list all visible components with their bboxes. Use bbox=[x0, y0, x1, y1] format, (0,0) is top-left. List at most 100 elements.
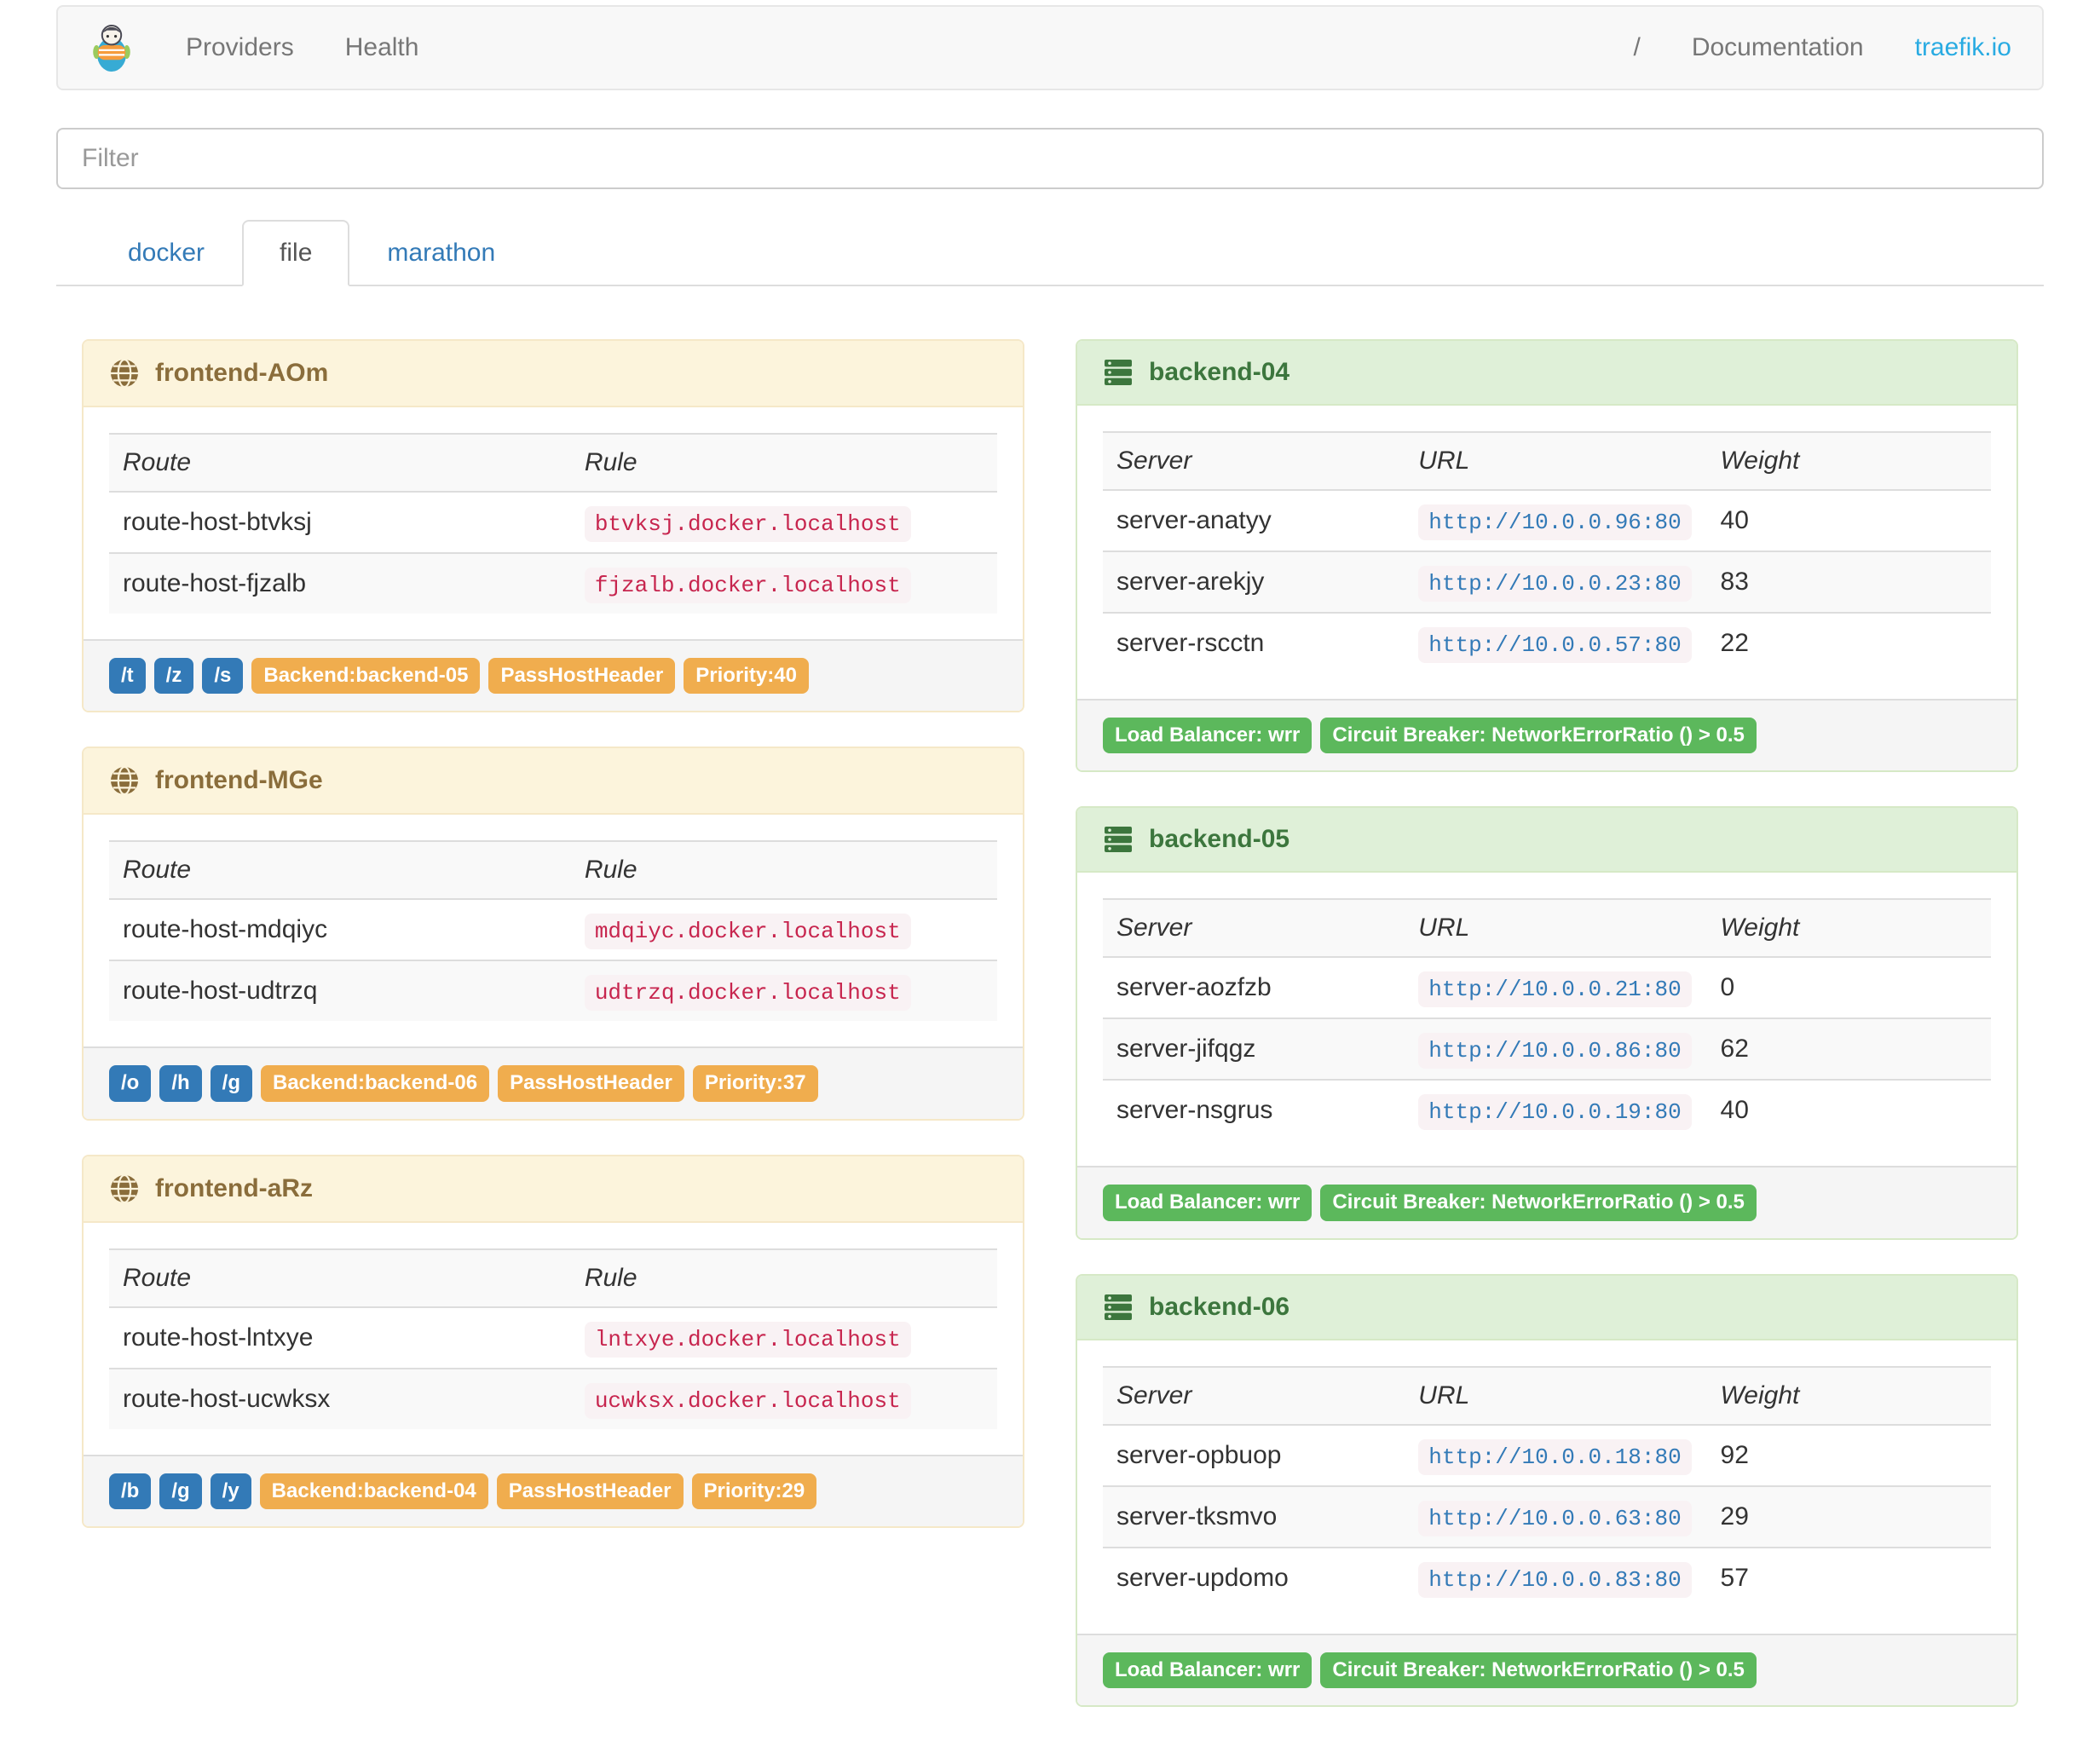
nav-traefik-io[interactable]: traefik.io bbox=[1889, 7, 2042, 89]
table-header-row: Server URL Weight bbox=[1103, 898, 1991, 959]
server-url-code[interactable]: http://10.0.0.23:80 bbox=[1418, 566, 1692, 602]
server-name-cell: server-jifqgz bbox=[1103, 1018, 1405, 1081]
entrypoint-badge: /t bbox=[109, 658, 146, 695]
backend-panel: backend-06 Server URL Weight server-opbuop ht… bbox=[1076, 1273, 2018, 1708]
table-row: server-jifqgz http://10.0.0.86:80 62 bbox=[1103, 1018, 1991, 1081]
table-row: server-anatyy http://10.0.0.96:80 40 bbox=[1103, 490, 1991, 551]
tab-item: marathon bbox=[349, 220, 533, 286]
server-weight-cell: 40 bbox=[1720, 506, 1749, 534]
table-head: Route Rule bbox=[109, 433, 997, 493]
navbar-right: / Documentation traefik.io bbox=[1607, 7, 2042, 89]
panel-heading: frontend-aRz bbox=[84, 1156, 1023, 1223]
server-name-cell: server-aozfzb bbox=[1116, 973, 1272, 1002]
col-header-server: Server bbox=[1103, 431, 1405, 491]
load-balancer-badge: Load Balancer: wrr bbox=[1103, 1652, 1312, 1689]
table-row: server-opbuop http://10.0.0.18:80 92 bbox=[1103, 1425, 1991, 1486]
server-url-code[interactable]: http://10.0.0.83:80 bbox=[1418, 1561, 1692, 1598]
rule-code: ucwksx.docker.localhost bbox=[584, 1382, 911, 1419]
panel-body: Server URL Weight server-aozfzb http://10.0.… bbox=[1077, 873, 2016, 1167]
nav-documentation[interactable]: Documentation bbox=[1666, 7, 1889, 89]
col-header-weight: Weight bbox=[1706, 898, 1991, 959]
panel-table: Route Rule route-host-mdqiyc mdqiyc.docker.… bbox=[109, 840, 997, 1022]
tab-item: file bbox=[242, 220, 350, 286]
filter-input[interactable] bbox=[56, 128, 2044, 189]
traefik-logo[interactable] bbox=[58, 22, 160, 73]
entrypoint-badge: /z bbox=[153, 658, 194, 695]
server-weight-cell: 62 bbox=[1706, 1018, 1991, 1081]
panel-body: Server URL Weight server-anatyy http://10.0.… bbox=[1077, 406, 2016, 699]
panel-heading: backend-04 bbox=[1077, 341, 2016, 406]
globe-icon bbox=[109, 765, 140, 796]
nav-health[interactable]: Health bbox=[320, 7, 445, 89]
panel-title: backend-05 bbox=[1149, 825, 1290, 854]
config-badge: Backend:backend-06 bbox=[260, 1065, 490, 1102]
nav-providers[interactable]: Providers bbox=[160, 7, 320, 89]
table-body: route-host-lntxye lntxye.docker.localhost… bbox=[109, 1307, 997, 1429]
server-name-cell: server-arekjy bbox=[1103, 551, 1405, 613]
table-body: server-aozfzb http://10.0.0.21:80 0 server-… bbox=[1103, 957, 1991, 1141]
panel-title: frontend-aRz bbox=[155, 1173, 313, 1202]
panel-body: Route Rule route-host-btvksj btvksj.docker.… bbox=[84, 407, 1023, 639]
server-url-code[interactable]: http://10.0.0.63:80 bbox=[1418, 1500, 1692, 1536]
col-header-url: URL bbox=[1405, 898, 1707, 959]
table-row: route-host-lntxye lntxye.docker.localhost bbox=[109, 1307, 997, 1369]
tab-docker[interactable]: docker bbox=[90, 220, 242, 286]
rule-code: mdqiyc.docker.localhost bbox=[584, 914, 911, 950]
server-weight-cell: 83 bbox=[1706, 551, 1991, 613]
panel-footer: Load Balancer: wrr Circuit Breaker: Netwo… bbox=[1077, 699, 2016, 771]
server-name-cell: server-updomo bbox=[1103, 1546, 1405, 1608]
entrypoint-badge: /o bbox=[109, 1065, 152, 1102]
rule-code: fjzalb.docker.localhost bbox=[584, 568, 911, 603]
server-weight-cell: 22 bbox=[1706, 612, 1991, 673]
server-url-code[interactable]: http://10.0.0.86:80 bbox=[1418, 1033, 1692, 1069]
load-balancer-badge: Load Balancer: wrr bbox=[1103, 1185, 1312, 1221]
table-header-row: Server URL Weight bbox=[1103, 1365, 1991, 1426]
server-name-cell: server-rscctn bbox=[1103, 612, 1405, 673]
col-header-weight: Weight bbox=[1706, 1365, 1991, 1426]
panel-title: backend-04 bbox=[1149, 358, 1290, 386]
config-badge: Priority:37 bbox=[692, 1065, 818, 1102]
page: Providers Health / Documentation traefik… bbox=[56, 0, 2044, 1741]
frontend-panel: frontend-MGe Route Rule route-host-mdqiyc md… bbox=[82, 747, 1024, 1121]
globe-glyph bbox=[111, 1173, 138, 1203]
frontend-panel: frontend-AOm Route Rule route-host-btvksj bt… bbox=[82, 339, 1024, 713]
entrypoint-badge: /h bbox=[159, 1065, 202, 1102]
tab-item: docker bbox=[90, 220, 242, 286]
table-row: route-host-fjzalb fjzalb.docker.localhost bbox=[109, 552, 997, 614]
server-url-cell: http://10.0.0.96:80 bbox=[1405, 490, 1706, 551]
circuit-breaker-badge: Circuit Breaker: NetworkErrorRatio () > … bbox=[1320, 1185, 1757, 1221]
route-name-cell: route-host-fjzalb bbox=[109, 552, 571, 614]
server-glyph bbox=[1105, 360, 1132, 385]
panel-heading: backend-06 bbox=[1077, 1275, 2016, 1340]
col-header-server: Server bbox=[1103, 898, 1405, 959]
server-url-code[interactable]: http://10.0.0.96:80 bbox=[1418, 504, 1692, 540]
config-badge: PassHostHeader bbox=[498, 1065, 684, 1102]
col-header-rule: Rule bbox=[570, 433, 997, 493]
rule-code: udtrzq.docker.localhost bbox=[584, 975, 911, 1012]
server-url-code[interactable]: http://10.0.0.19:80 bbox=[1418, 1094, 1692, 1131]
panel-footer: /o/h/g Backend:backend-06 PassHostHeader Pr… bbox=[84, 1046, 1023, 1119]
server-url-code[interactable]: http://10.0.0.57:80 bbox=[1418, 627, 1692, 663]
server-url-code[interactable]: http://10.0.0.18:80 bbox=[1418, 1438, 1692, 1475]
globe-glyph bbox=[111, 358, 138, 389]
server-url-code[interactable]: http://10.0.0.21:80 bbox=[1418, 971, 1692, 1008]
panel-title: backend-06 bbox=[1149, 1292, 1290, 1321]
config-badge: PassHostHeader bbox=[488, 658, 676, 695]
tab-marathon[interactable]: marathon bbox=[349, 220, 533, 286]
rule-cell: ucwksx.docker.localhost bbox=[570, 1367, 997, 1429]
circuit-breaker-badge: Circuit Breaker: NetworkErrorRatio () > … bbox=[1320, 718, 1757, 754]
table-head: Server URL Weight bbox=[1103, 431, 1991, 491]
table-head: Route Rule bbox=[109, 840, 997, 901]
table-body: route-host-btvksj btvksj.docker.localhost… bbox=[109, 492, 997, 614]
panel-table: Server URL Weight server-anatyy http://10.0.… bbox=[1103, 431, 1991, 673]
rule-code: btvksj.docker.localhost bbox=[584, 506, 911, 542]
panel-heading: frontend-MGe bbox=[84, 748, 1023, 816]
panel-footer: Load Balancer: wrr Circuit Breaker: Netwo… bbox=[1077, 1633, 2016, 1706]
table-head: Route Rule bbox=[109, 1248, 997, 1308]
panel-table: Route Rule route-host-lntxye lntxye.docker.… bbox=[109, 1248, 997, 1429]
server-weight-cell: 40 bbox=[1706, 1079, 1991, 1141]
rule-code: lntxye.docker.localhost bbox=[584, 1321, 911, 1358]
panel-heading: backend-05 bbox=[1077, 808, 2016, 873]
tab-file[interactable]: file bbox=[242, 220, 350, 286]
server-name-cell: server-anatyy bbox=[1116, 506, 1272, 534]
